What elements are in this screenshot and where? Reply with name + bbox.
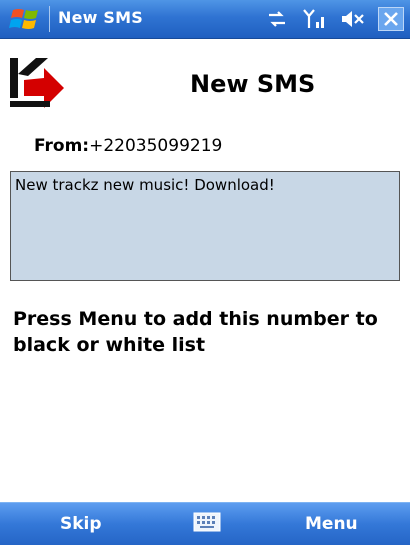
keyboard-icon[interactable] [193,511,221,533]
close-button[interactable] [378,7,404,31]
softkey-bar: Skip Menu [0,502,410,545]
from-label: From: [34,136,90,156]
skip-softkey[interactable]: Skip [60,514,102,534]
windows-flag-icon[interactable] [9,6,43,32]
signal-icon[interactable] [302,7,328,31]
instruction-text: Press Menu to add this number to black o… [13,308,378,356]
volume-muted-icon[interactable] [340,7,366,31]
sender-number: +22035099219 [89,136,223,156]
window-title: New SMS [58,8,143,27]
connectivity-icon[interactable] [264,7,290,31]
page-title: New SMS [190,70,316,98]
kaspersky-k-logo [10,58,64,108]
title-divider [49,6,50,32]
close-icon [384,12,398,26]
sender-row: From:+22035099219 [34,136,222,156]
title-bar: New SMS [0,0,410,39]
menu-softkey[interactable]: Menu [305,514,358,534]
message-body[interactable]: New trackz new music! Download! [10,171,400,281]
system-tray [264,6,404,32]
